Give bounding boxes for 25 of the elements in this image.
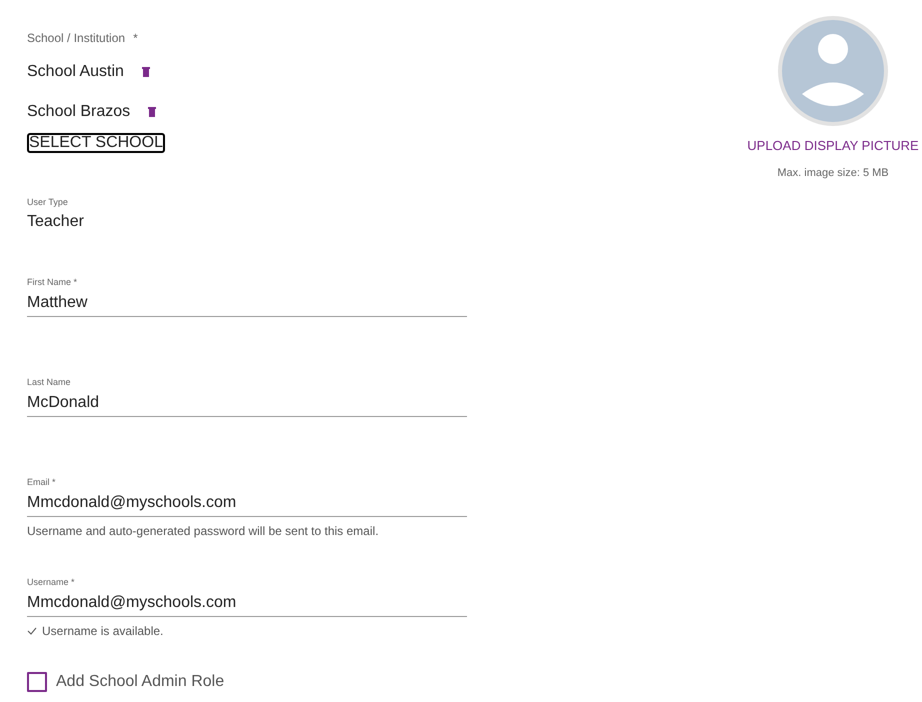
field-value: Teacher: [27, 212, 85, 232]
checkbox-label: Add School Admin Role: [56, 673, 224, 691]
field-label: School / Institution: [27, 30, 126, 47]
text-input[interactable]: Mmcdonald@myschools.com: [27, 492, 467, 517]
check-icon: [27, 627, 37, 635]
size-note: Max. image size: 5 MB: [777, 167, 889, 179]
text-input[interactable]: Mmcdonald@myschools.com: [27, 592, 467, 617]
avatar-icon: [778, 16, 888, 126]
field-label: Last Name: [27, 376, 72, 388]
text-input[interactable]: Matthew: [27, 292, 467, 317]
field-label: User Type: [27, 196, 69, 208]
required-mark: *: [133, 30, 138, 47]
field-label: Username *: [27, 576, 76, 588]
field-hint: Username is available.: [42, 624, 164, 638]
upload-picture-button[interactable]: UPLOAD DISPLAY PICTURE: [747, 138, 919, 153]
school-name: School Austin: [27, 63, 124, 81]
field-label: Email *: [27, 476, 57, 488]
trash-icon[interactable]: [148, 107, 156, 117]
field-label: First Name *: [27, 276, 78, 288]
text-input[interactable]: McDonald: [27, 392, 467, 417]
checkbox[interactable]: [27, 672, 47, 692]
select-school-button[interactable]: SELECT SCHOOL: [27, 133, 165, 153]
trash-icon[interactable]: [142, 67, 150, 77]
field-hint: Username and auto-generated password will be sent to this email.: [27, 524, 379, 538]
school-name: School Brazos: [27, 103, 130, 121]
